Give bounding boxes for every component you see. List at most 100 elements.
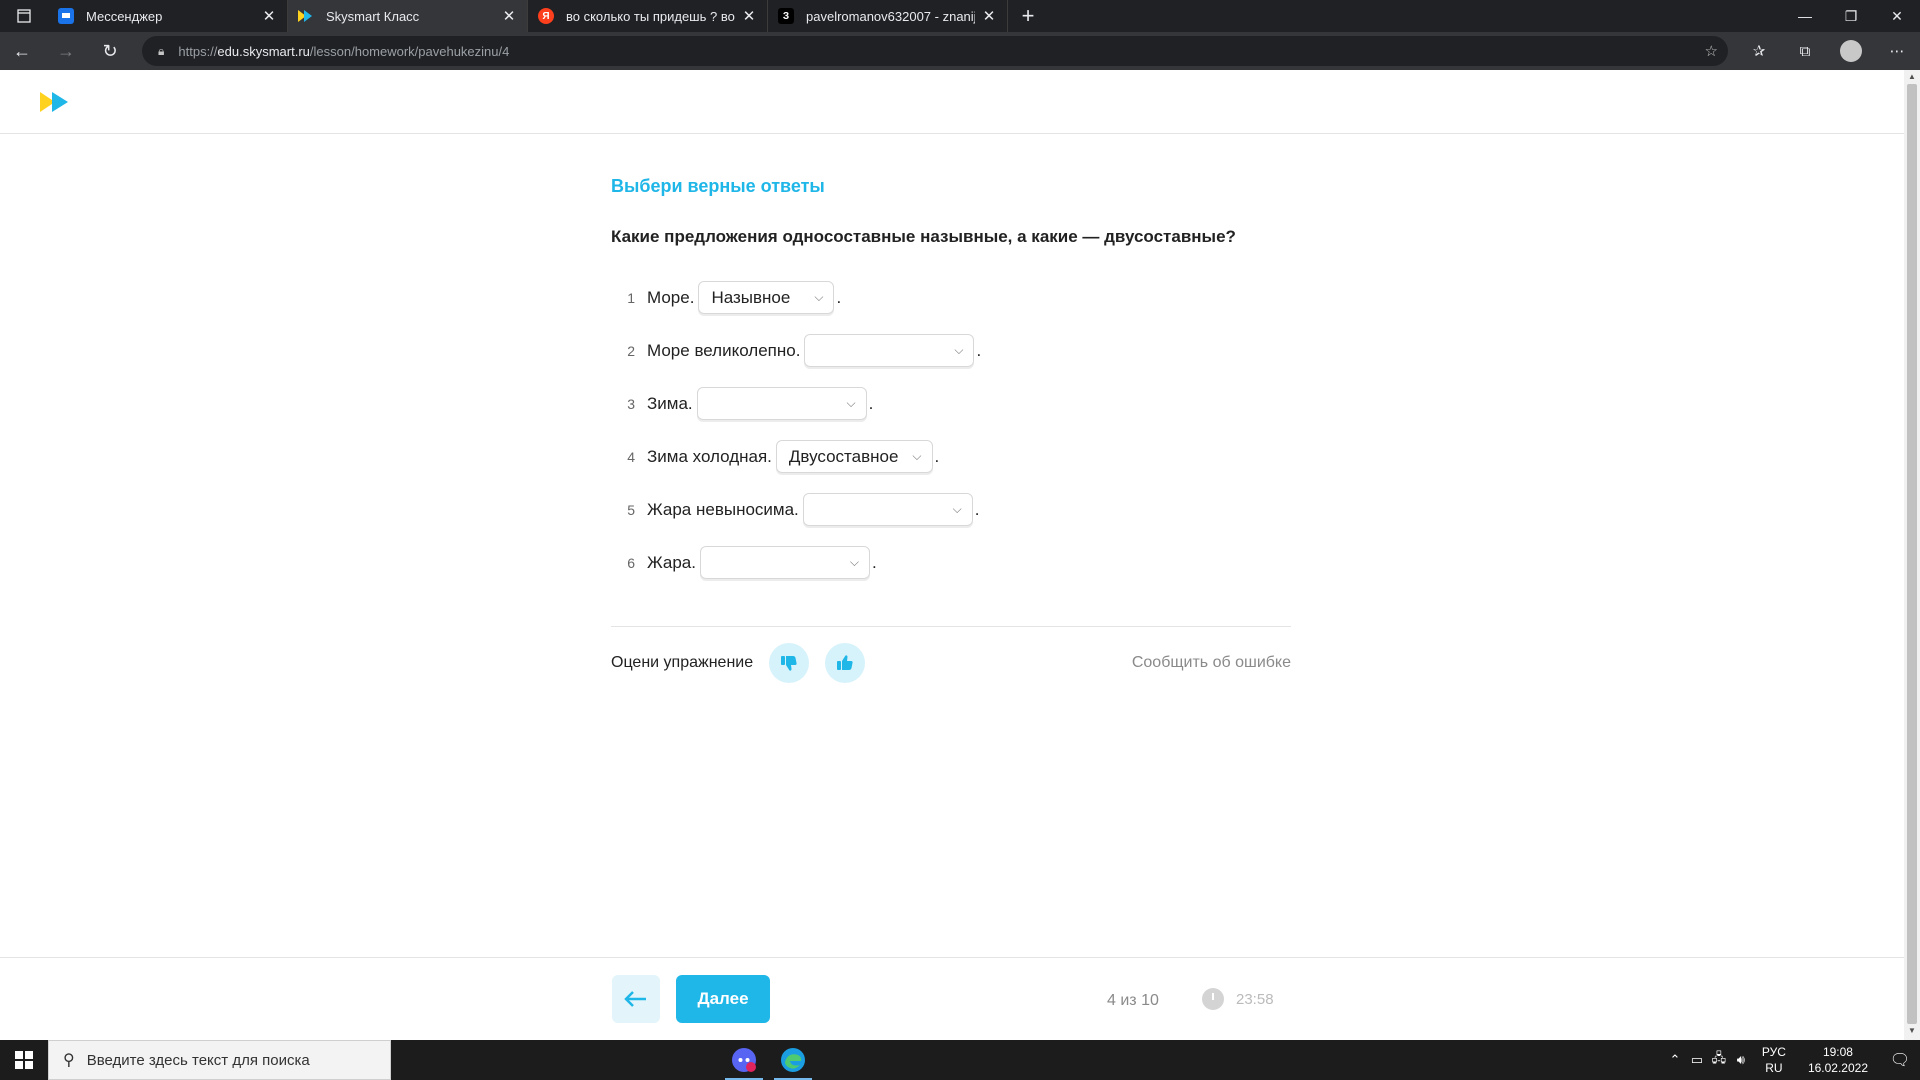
answer-dropdown[interactable]: Двусоставное ⌵ (775, 440, 933, 473)
clock-icon (1202, 988, 1224, 1010)
address-bar[interactable]: 🔒︎ https://edu.skysmart.ru/lesson/homewo… (142, 36, 1728, 66)
system-tray: ⌃ ▭ 🖧︎ 🔊︎ РУС RU 19:08 16.02.2022 🗨︎ (1664, 1040, 1920, 1080)
edge-icon (781, 1048, 805, 1072)
minimize-icon[interactable]: — (1782, 0, 1828, 32)
forward-arrow-icon[interactable]: → (44, 32, 88, 70)
close-icon[interactable]: ✕ (981, 7, 997, 25)
tab-title: во сколько ты придешь ? во вс (566, 8, 735, 24)
thumbs-down-icon (781, 656, 797, 671)
lock-icon: 🔒︎ (158, 43, 165, 58)
windows-taskbar: ⚲ Введите здесь текст для поиска ⌃ ▭ 🖧︎ … (0, 1040, 1920, 1080)
list-item: 1 Море. Назывное ⌵ . (611, 271, 1291, 324)
add-favorite-icon[interactable]: ☆ (1705, 42, 1718, 60)
arrow-left-icon (624, 991, 646, 1007)
close-icon[interactable]: ✕ (261, 7, 277, 25)
url-text: https://edu.skysmart.ru/lesson/homework/… (178, 43, 510, 59)
answer-dropdown[interactable]: ⌵ (802, 493, 973, 526)
tab-yandex[interactable]: Я во сколько ты придешь ? во вс ✕ (528, 0, 768, 32)
divider (611, 626, 1291, 627)
notification-icon[interactable]: 🗨︎ (1880, 1050, 1920, 1070)
tab-title: Мессенджер (86, 8, 163, 24)
exercise-subtitle: Выбери верные ответы (611, 176, 825, 196)
scroll-up-icon[interactable]: ▲ (1904, 72, 1920, 84)
list-item: 2 Море великолепно. ⌵ . (611, 324, 1291, 377)
taskbar-app-edge[interactable] (770, 1040, 816, 1080)
timer: 23:58 (1202, 988, 1274, 1010)
list-item: 6 Жара. ⌵ . (611, 536, 1291, 589)
next-button[interactable]: Далее (676, 975, 770, 1023)
close-icon[interactable]: ✕ (501, 7, 517, 25)
scroll-down-icon[interactable]: ▼ (1904, 1026, 1920, 1038)
skysmart-logo[interactable] (40, 90, 74, 114)
taskbar-search-input[interactable]: ⚲ Введите здесь текст для поиска (48, 1040, 391, 1080)
item-text: Зима. (647, 393, 693, 413)
network-icon[interactable]: 🖧︎ (1708, 1049, 1730, 1071)
item-number: 3 (627, 395, 635, 412)
item-text: Море великолепно. (647, 340, 801, 360)
chevron-up-icon[interactable]: ⌃ (1664, 1052, 1686, 1068)
meet-now-icon[interactable]: ▭ (1686, 1052, 1708, 1068)
search-icon: ⚲ (63, 1052, 75, 1069)
refresh-icon[interactable]: ↻ (88, 32, 132, 70)
scrollbar-thumb[interactable] (1907, 84, 1917, 1024)
yandex-icon: Я (538, 8, 554, 24)
windows-start-icon[interactable] (0, 1040, 48, 1080)
rate-label: Оцени упражнение (611, 654, 754, 671)
item-text: Жара невыносима. (647, 499, 799, 519)
tab-messenger[interactable]: Мессенджер ✕ (48, 0, 288, 32)
profile-avatar[interactable] (1828, 32, 1874, 70)
answer-dropdown[interactable]: ⌵ (696, 387, 867, 420)
messenger-icon (58, 8, 74, 24)
item-number: 4 (627, 448, 635, 465)
volume-icon[interactable]: 🔊︎ (1730, 1052, 1752, 1068)
progress-counter: 4 из 10 (1107, 992, 1159, 1009)
lesson-footer: Далее 4 из 10 23:58 (0, 957, 1904, 1040)
previous-button[interactable] (612, 975, 660, 1023)
restore-icon[interactable]: ❐ (1828, 0, 1874, 32)
chevron-down-icon: ⌵ (846, 396, 856, 410)
chevron-down-icon: ⌵ (849, 555, 859, 569)
item-number: 1 (627, 289, 635, 306)
skysmart-icon (298, 8, 314, 24)
item-text: Жара. (647, 552, 696, 572)
item-text: Море. (647, 287, 695, 307)
browser-navbar: ← → ↻ 🔒︎ https://edu.skysmart.ru/lesson/… (0, 32, 1920, 70)
close-icon[interactable]: ✕ (741, 7, 757, 25)
search-placeholder: Введите здесь текст для поиска (86, 1051, 310, 1069)
item-number: 6 (627, 554, 635, 571)
more-menu-icon[interactable]: ⋯ (1874, 32, 1920, 70)
thumbs-up-icon (837, 655, 853, 670)
exercise-question: Какие предложения односоставные назывные… (611, 227, 1236, 246)
page: Выбери верные ответы Какие предложения о… (0, 70, 1904, 1040)
new-tab-button[interactable]: + (1008, 0, 1048, 32)
tab-actions-icon[interactable] (0, 0, 48, 32)
exercise: Выбери верные ответы Какие предложения о… (611, 176, 1291, 589)
chevron-down-icon: ⌵ (952, 502, 962, 516)
close-window-icon[interactable]: ✕ (1874, 0, 1920, 32)
discord-icon (732, 1048, 756, 1072)
thumbs-up-button[interactable] (825, 643, 866, 683)
thumbs-down-button[interactable] (769, 643, 810, 683)
tab-title: Skysmart Класс (326, 8, 420, 24)
site-header (0, 70, 1904, 134)
tab-title: pavelromanov632007 - znanija.c (806, 8, 975, 24)
language-indicator[interactable]: РУС RU (1762, 1044, 1786, 1076)
answer-dropdown[interactable]: ⌵ (804, 334, 975, 367)
favorites-icon[interactable]: ✰ (1736, 32, 1782, 70)
answer-dropdown[interactable]: Назывное ⌵ (698, 281, 835, 314)
dropdown-value: Двусоставное (788, 446, 899, 466)
chevron-down-icon: ⌵ (954, 343, 964, 357)
report-error-link[interactable]: Сообщить об ошибке (1132, 654, 1291, 672)
item-number: 2 (627, 342, 635, 359)
chevron-down-icon: ⌵ (912, 449, 922, 463)
tab-znanija[interactable]: З pavelromanov632007 - znanija.c ✕ (768, 0, 1008, 32)
taskbar-clock[interactable]: 19:08 16.02.2022 (1808, 1044, 1868, 1076)
list-item: 3 Зима. ⌵ . (611, 377, 1291, 430)
collections-icon[interactable]: ⧉ (1782, 32, 1828, 70)
taskbar-app-discord[interactable] (721, 1040, 767, 1080)
answer-dropdown[interactable]: ⌵ (699, 546, 870, 579)
scrollbar[interactable]: ▲ ▼ (1904, 70, 1920, 1040)
list-item: 4 Зима холодная. Двусоставное ⌵ . (611, 430, 1291, 483)
back-arrow-icon[interactable]: ← (0, 32, 44, 70)
tab-skysmart[interactable]: Skysmart Класс ✕ (288, 0, 528, 32)
